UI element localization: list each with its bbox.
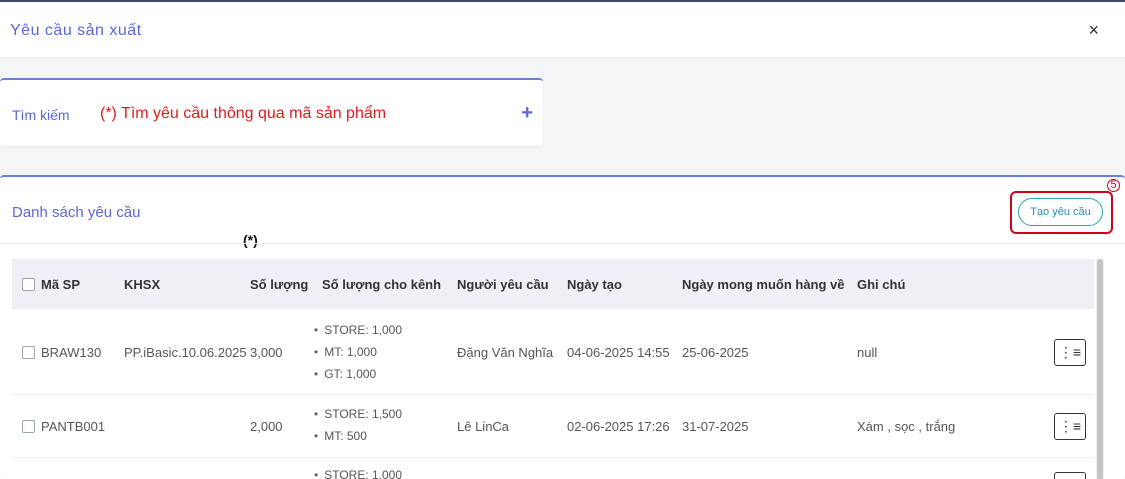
channel-item: STORE: 1,000 <box>314 319 402 341</box>
channel-item: GT: 1,000 <box>314 363 402 385</box>
close-icon[interactable]: × <box>1088 20 1099 41</box>
annotation-star: (*) <box>243 232 258 248</box>
search-panel: Tìm kiếm (*) Tìm yêu cầu thông qua mã sả… <box>0 78 543 146</box>
row-requester: Đặng Văn Nghĩa <box>457 345 554 360</box>
column-header-note: Ghi chú <box>857 277 906 292</box>
request-list-panel: Danh sách yêu cầu (*) 5 Tạo yêu cầu Mã S… <box>0 175 1125 479</box>
row-qty: 3,000 <box>250 345 283 360</box>
column-header-plan: KHSX <box>124 277 161 292</box>
table-row[interactable]: PANTB001 2,000 STORE: 1,500 MT: 500 Lê L… <box>12 395 1094 458</box>
row-menu-icon[interactable]: ⋮≡ <box>1054 413 1086 440</box>
row-desired: 25-06-2025 <box>682 345 749 360</box>
table-header: Mã SP KHSX Số lượng Số lượng cho kênh Ng… <box>12 259 1094 309</box>
dialog-title: Yêu cầu sản xuất <box>10 22 142 39</box>
row-desired: 31-07-2025 <box>682 419 749 434</box>
list-title: Danh sách yêu cầu <box>12 204 141 221</box>
column-header-created: Ngày tạo <box>567 277 622 292</box>
annotation-badge: 5 <box>1107 179 1120 192</box>
row-requester: Lê LinCa <box>457 419 510 434</box>
column-header-desired: Ngày mong muốn hàng về <box>682 277 845 292</box>
channel-item: MT: 1,000 <box>314 341 402 363</box>
row-channels: STORE: 1,000 MT: 1,000 GT: 1,000 <box>314 319 402 385</box>
select-all-checkbox[interactable] <box>22 278 35 291</box>
row-menu-icon[interactable] <box>1054 472 1086 479</box>
row-note: null <box>857 345 878 360</box>
row-created: 04-06-2025 14:55 <box>567 345 670 360</box>
column-header-qty: Số lượng <box>250 277 309 292</box>
table-row[interactable]: STORE: 1,000 <box>12 458 1094 479</box>
table-row[interactable]: BRAW130 PP.iBasic.10.06.2025 3,000 STORE… <box>12 309 1094 395</box>
dialog-header: Yêu cầu sản xuất × <box>0 2 1125 58</box>
row-code: BRAW130 <box>22 345 101 360</box>
divider <box>0 243 1125 244</box>
row-plan: PP.iBasic.10.06.2025 <box>124 345 247 360</box>
scrollbar-thumb[interactable] <box>1097 259 1103 479</box>
channel-item: STORE: 1,500 <box>314 403 402 425</box>
search-label[interactable]: Tìm kiếm <box>12 107 70 123</box>
row-qty: 2,000 <box>250 419 283 434</box>
row-menu-icon[interactable]: ⋮≡ <box>1054 339 1086 366</box>
row-checkbox[interactable] <box>22 346 35 359</box>
column-header-code: Mã SP <box>22 277 80 292</box>
row-checkbox[interactable] <box>22 420 35 433</box>
expand-plus-icon[interactable]: + <box>521 102 533 125</box>
search-note: (*) Tìm yêu cầu thông qua mã sản phẩm <box>100 105 387 122</box>
create-request-button[interactable]: Tạo yêu cầu <box>1018 198 1103 226</box>
channel-item: MT: 500 <box>314 425 402 447</box>
row-note: Xám , sọc , trắng <box>857 419 956 434</box>
row-channels: STORE: 1,000 <box>314 464 402 479</box>
row-created: 02-06-2025 17:26 <box>567 419 670 434</box>
row-channels: STORE: 1,500 MT: 500 <box>314 403 402 447</box>
row-code: PANTB001 <box>22 419 105 434</box>
column-header-requester: Người yêu cầu <box>457 277 549 292</box>
column-header-channels: Số lượng cho kênh <box>322 277 442 292</box>
channel-item: STORE: 1,000 <box>314 464 402 479</box>
